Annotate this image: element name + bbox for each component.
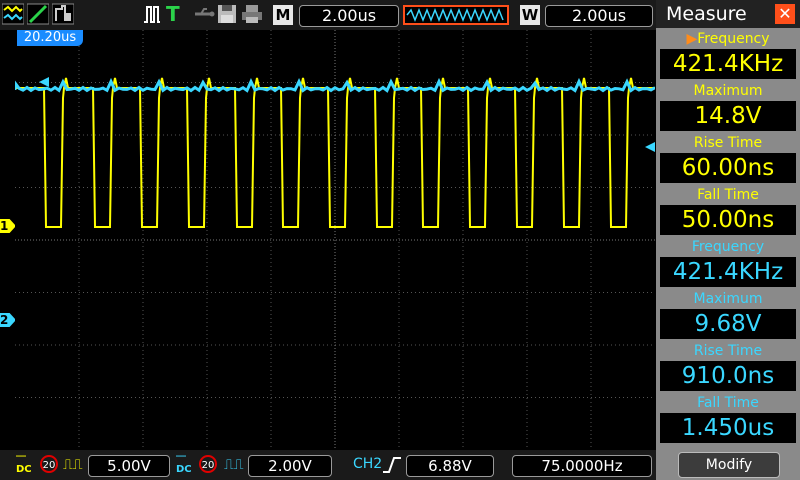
measure-value-8: 1.450us bbox=[660, 413, 796, 443]
memory-waveform-indicator bbox=[403, 5, 509, 25]
measure-value-5: 421.4KHz bbox=[660, 257, 796, 287]
measure-value-2: 14.8V bbox=[660, 101, 796, 131]
measure-label-3[interactable]: Rise Time bbox=[656, 134, 800, 152]
rising-edge-icon[interactable] bbox=[382, 456, 402, 474]
cursor-icon[interactable] bbox=[26, 3, 50, 25]
measure-value-4: 50.00ns bbox=[660, 205, 796, 235]
window-timebase-value[interactable]: 2.00us bbox=[545, 5, 653, 27]
trigger-pulse-icon[interactable] bbox=[143, 3, 161, 25]
ch1-bandwidth-limit-icon[interactable]: 20 bbox=[40, 455, 58, 473]
save-icon[interactable] bbox=[217, 3, 237, 25]
trigger-type-icon[interactable]: T bbox=[166, 3, 184, 25]
measure-value-6: 9.68V bbox=[660, 309, 796, 339]
ch2-arrow-left bbox=[39, 77, 49, 87]
trigger-level-value[interactable]: 6.88V bbox=[406, 455, 494, 477]
ch1-scale-value[interactable]: 5.00V bbox=[88, 455, 170, 477]
measure-label-1[interactable]: ▶Frequency bbox=[656, 30, 800, 48]
trigger-level-marker[interactable] bbox=[645, 142, 655, 152]
print-icon[interactable] bbox=[241, 3, 263, 25]
trigger-time-tag[interactable]: 20.20us bbox=[17, 30, 83, 46]
measure-label-2[interactable]: Maximum bbox=[656, 82, 800, 100]
measure-header: Measure ✕ bbox=[656, 0, 800, 28]
measure-label-8[interactable]: Fall Time bbox=[656, 394, 800, 412]
measure-label-6[interactable]: Maximum bbox=[656, 290, 800, 308]
waveform-toggle-icon[interactable] bbox=[1, 3, 25, 25]
ch2-scale-value[interactable]: 2.00V bbox=[248, 455, 332, 477]
top-toolbar: T M 2.00us W 2.00us bbox=[0, 0, 656, 30]
measure-label-7[interactable]: Rise Time bbox=[656, 342, 800, 360]
usb-icon bbox=[193, 3, 215, 25]
measure-value-7: 910.0ns bbox=[660, 361, 796, 391]
measure-panel: Measure ✕ ▶Frequency 421.4KHz Maximum 14… bbox=[656, 0, 800, 480]
ch2-ground-marker[interactable]: 2 bbox=[0, 313, 16, 327]
modify-button[interactable]: Modify bbox=[678, 452, 780, 478]
main-timebase-label: M bbox=[273, 5, 293, 25]
waveform-display bbox=[13, 30, 656, 450]
trigger-source[interactable]: CH2 bbox=[353, 455, 382, 473]
ch1-ground-marker[interactable]: 1 bbox=[0, 219, 16, 233]
measure-value-3: 60.00ns bbox=[660, 153, 796, 183]
ch2-bandwidth-limit-icon[interactable]: 20 bbox=[199, 455, 217, 473]
window-timebase-label: W bbox=[520, 5, 540, 25]
ch1-dc-coupling-icon[interactable]: ‾‾ DC bbox=[16, 456, 32, 475]
ch2-dc-coupling-icon[interactable]: ‾‾ DC bbox=[176, 456, 192, 475]
measure-label-4[interactable]: Fall Time bbox=[656, 186, 800, 204]
close-icon[interactable]: ✕ bbox=[775, 4, 795, 24]
waveform-graticule bbox=[13, 30, 656, 450]
ch2-invert-icon[interactable]: ⎍⎍ bbox=[224, 456, 244, 474]
main-timebase-value[interactable]: 2.00us bbox=[299, 5, 399, 27]
bottom-status-bar: ‾‾ DC 20 ⎍⎍ 5.00V ‾‾ DC 20 ⎍⎍ 2.00V CH2 6.… bbox=[0, 450, 656, 480]
measure-title: Measure bbox=[666, 3, 747, 25]
trigger-frequency-value: 75.0000Hz bbox=[512, 455, 652, 477]
measure-value-1: 421.4KHz bbox=[660, 49, 796, 79]
ch1-invert-icon[interactable]: ⎍⎍ bbox=[63, 456, 83, 474]
measure-label-5[interactable]: Frequency bbox=[656, 238, 800, 256]
persist-icon[interactable] bbox=[51, 3, 75, 25]
